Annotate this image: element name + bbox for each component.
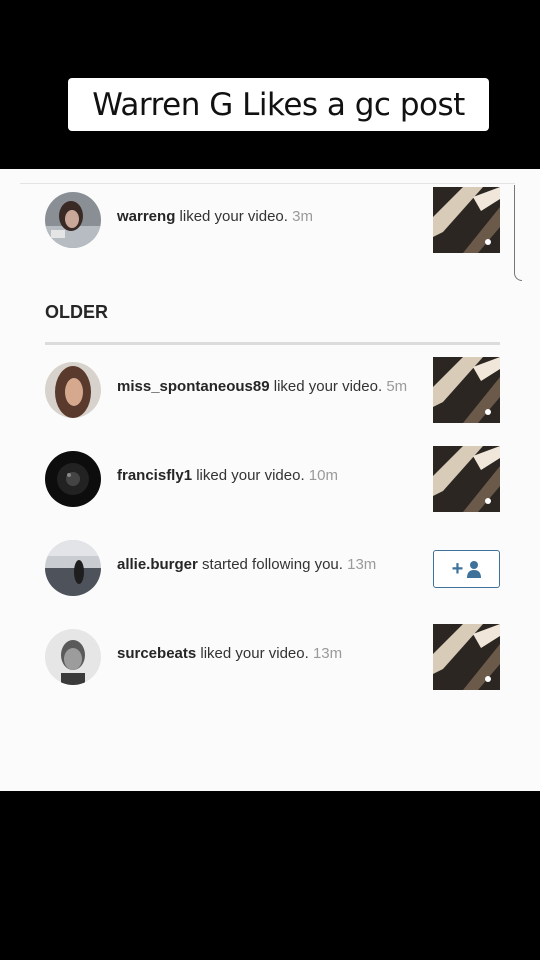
username[interactable]: francisfly1 — [117, 467, 192, 484]
notification-row[interactable]: surcebeats liked your video. 13m — [0, 622, 540, 692]
avatar-francisfly1[interactable] — [45, 451, 101, 507]
caption-text: Warren G Likes a gc post — [92, 86, 465, 123]
notification-text: surcebeats liked your video. 13m — [117, 645, 342, 662]
username[interactable]: miss_spontaneous89 — [117, 378, 270, 395]
notification-row[interactable]: miss_spontaneous89 liked your video. 5m — [0, 355, 540, 425]
username[interactable]: surcebeats — [117, 645, 196, 662]
follow-back-button[interactable]: + — [433, 550, 500, 588]
video-thumbnail[interactable] — [433, 624, 500, 690]
notification-text: miss_spontaneous89 liked your video. 5m — [117, 378, 407, 395]
timestamp: 13m — [347, 556, 377, 573]
action-text: liked your video. — [196, 467, 305, 484]
timestamp: 3m — [292, 208, 313, 225]
plus-icon: + — [451, 558, 464, 580]
username[interactable]: allie.burger — [117, 556, 198, 573]
video-thumbnail[interactable] — [433, 446, 500, 512]
timestamp: 5m — [386, 378, 408, 395]
divider — [20, 183, 515, 184]
username[interactable]: warreng — [117, 208, 175, 225]
action-text: started following you. — [202, 556, 343, 573]
video-thumbnail[interactable] — [433, 187, 500, 253]
notification-row[interactable]: allie.burger started following you. 13m … — [0, 533, 540, 603]
action-text: liked your video. — [179, 208, 288, 225]
avatar-miss-spontaneous89[interactable] — [45, 362, 101, 418]
timestamp: 10m — [308, 467, 338, 484]
action-text: liked your video. — [273, 378, 383, 395]
action-text: liked your video. — [200, 645, 309, 662]
caption-banner: Warren G Likes a gc post — [68, 78, 489, 131]
notification-row[interactable]: francisfly1 liked your video. 10m — [0, 444, 540, 514]
avatar-surcebeats[interactable] — [45, 629, 101, 685]
avatar-warreng[interactable] — [45, 192, 101, 248]
section-title: OLDER — [45, 302, 108, 322]
avatar-allie-burger[interactable] — [45, 540, 101, 596]
activity-feed: warreng liked your video. 3m OLDER miss_… — [0, 169, 540, 791]
notification-row[interactable]: warreng liked your video. 3m — [0, 185, 540, 255]
person-icon — [467, 560, 482, 578]
video-thumbnail[interactable] — [433, 357, 500, 423]
notification-text: allie.burger started following you. 13m — [117, 556, 376, 573]
notification-text: francisfly1 liked your video. 10m — [117, 467, 338, 484]
timestamp: 13m — [312, 645, 343, 662]
section-divider — [45, 342, 500, 345]
notification-text: warreng liked your video. 3m — [117, 208, 313, 225]
